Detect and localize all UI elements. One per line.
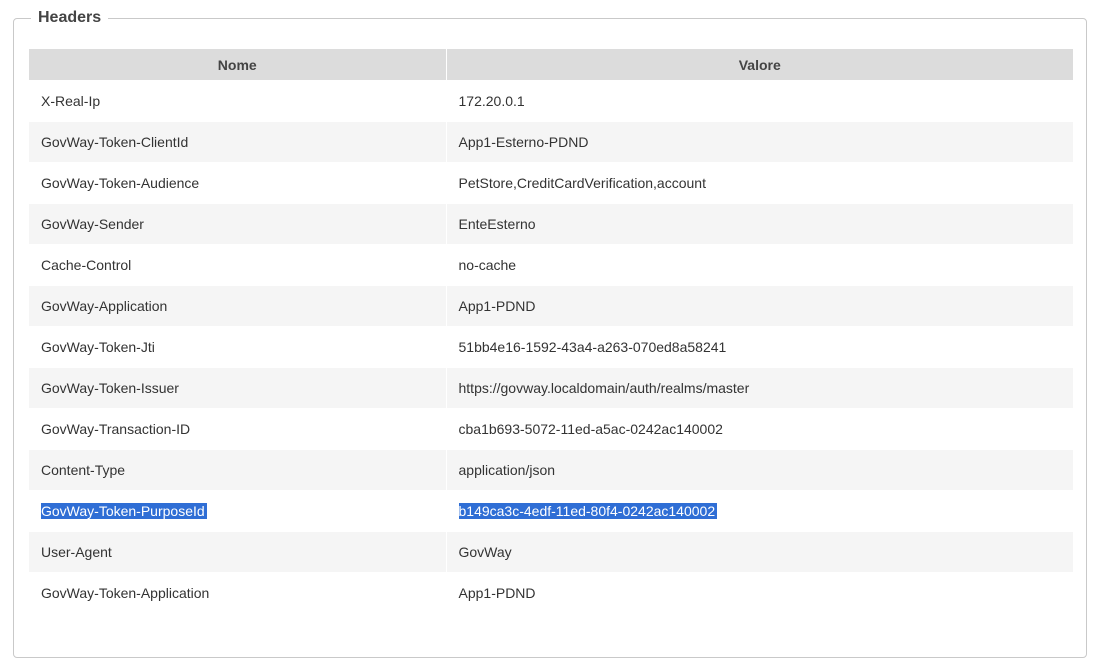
header-name-cell: User-Agent: [29, 531, 447, 573]
selected-text: b149ca3c-4edf-11ed-80f4-0242ac140002: [458, 503, 718, 519]
table-row: User-Agent GovWay: [29, 531, 1073, 573]
header-name-cell: GovWay-Token-PurposeId: [29, 490, 447, 532]
header-name-cell: GovWay-Token-Jti: [29, 326, 447, 368]
table-row: GovWay-Transaction-ID cba1b693-5072-11ed…: [29, 408, 1073, 450]
header-name-cell: X-Real-Ip: [29, 80, 447, 122]
header-name-cell: GovWay-Token-Issuer: [29, 367, 447, 409]
table-row: GovWay-Sender EnteEsterno: [29, 203, 1073, 245]
headers-table: Nome Valore X-Real-Ip 172.20.0.1 GovWay-…: [29, 49, 1073, 614]
column-header-nome[interactable]: Nome: [29, 49, 447, 81]
header-value-cell: no-cache: [446, 244, 1073, 286]
header-name-cell: GovWay-Token-ClientId: [29, 121, 447, 163]
table-header-row: Nome Valore: [29, 49, 1073, 81]
table-row: GovWay-Token-Jti 51bb4e16-1592-43a4-a263…: [29, 326, 1073, 368]
table-row: GovWay-Token-Application App1-PDND: [29, 572, 1073, 614]
header-value-cell: https://govway.localdomain/auth/realms/m…: [446, 367, 1073, 409]
header-name-cell: GovWay-Sender: [29, 203, 447, 245]
header-name-cell: Cache-Control: [29, 244, 447, 286]
table-row-selected: GovWay-Token-PurposeId b149ca3c-4edf-11e…: [29, 490, 1073, 532]
header-value-cell: GovWay: [446, 531, 1073, 573]
header-value-cell: App1-PDND: [446, 285, 1073, 327]
header-value-cell: application/json: [446, 449, 1073, 491]
header-value-cell: PetStore,CreditCardVerification,account: [446, 162, 1073, 204]
table-row: Cache-Control no-cache: [29, 244, 1073, 286]
section-title: Headers: [31, 6, 109, 30]
header-value-cell: EnteEsterno: [446, 203, 1073, 245]
table-row: GovWay-Token-Audience PetStore,CreditCar…: [29, 162, 1073, 204]
header-value-cell: App1-PDND: [446, 572, 1073, 614]
header-name-cell: GovWay-Transaction-ID: [29, 408, 447, 450]
table-row: Content-Type application/json: [29, 449, 1073, 491]
table-row: GovWay-Token-ClientId App1-Esterno-PDND: [29, 121, 1073, 163]
header-value-cell: 51bb4e16-1592-43a4-a263-070ed8a58241: [446, 326, 1073, 368]
table-row: GovWay-Application App1-PDND: [29, 285, 1073, 327]
header-value-cell: 172.20.0.1: [446, 80, 1073, 122]
table-row: X-Real-Ip 172.20.0.1: [29, 80, 1073, 122]
selected-text: GovWay-Token-PurposeId: [41, 503, 207, 519]
header-value-cell: App1-Esterno-PDND: [446, 121, 1073, 163]
header-value-cell: b149ca3c-4edf-11ed-80f4-0242ac140002: [446, 490, 1073, 532]
table-row: GovWay-Token-Issuer https://govway.local…: [29, 367, 1073, 409]
header-name-cell: GovWay-Application: [29, 285, 447, 327]
header-name-cell: Content-Type: [29, 449, 447, 491]
header-value-cell: cba1b693-5072-11ed-a5ac-0242ac140002: [446, 408, 1073, 450]
header-name-cell: GovWay-Token-Application: [29, 572, 447, 614]
header-name-cell: GovWay-Token-Audience: [29, 162, 447, 204]
column-header-valore[interactable]: Valore: [446, 49, 1073, 81]
